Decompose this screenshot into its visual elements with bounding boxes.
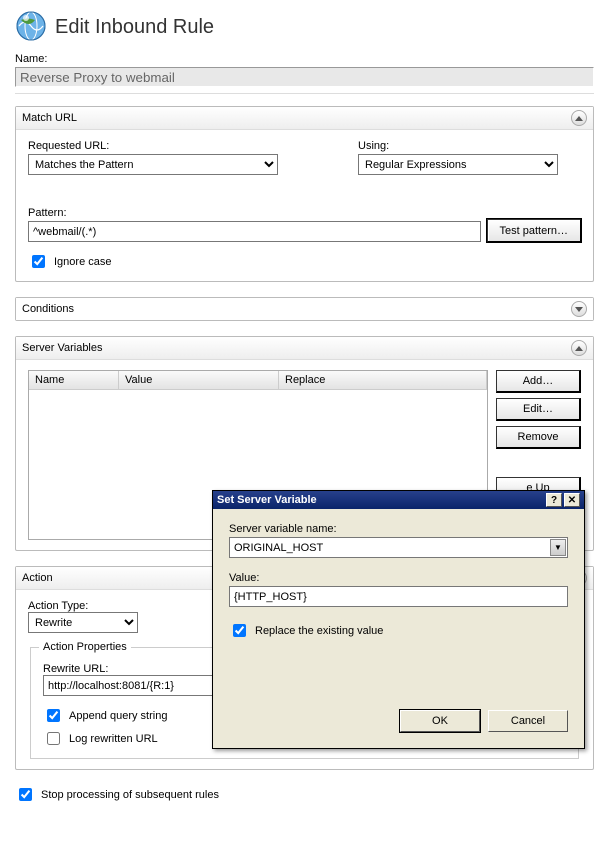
ok-button[interactable]: OK — [400, 710, 480, 732]
server-var-value-input[interactable] — [229, 586, 568, 607]
remove-button[interactable]: Remove — [496, 426, 581, 449]
requested-url-select[interactable]: Matches the Pattern — [28, 154, 278, 175]
conditions-header: Conditions — [22, 303, 74, 315]
conditions-section: Conditions — [15, 297, 594, 321]
dlg-name-label: Server variable name: — [229, 523, 568, 535]
ignore-case-label: Ignore case — [54, 256, 111, 268]
action-type-select[interactable]: Rewrite — [28, 612, 138, 633]
set-server-variable-dialog: Set Server Variable ? ✕ Server variable … — [212, 490, 585, 749]
col-value[interactable]: Value — [119, 371, 279, 389]
add-button[interactable]: Add… — [496, 370, 581, 393]
stop-processing-checkbox[interactable] — [19, 788, 32, 801]
server-vars-header: Server Variables — [22, 342, 103, 354]
name-label: Name: — [15, 53, 594, 65]
server-var-name-combo[interactable] — [229, 537, 568, 558]
stop-processing-label: Stop processing of subsequent rules — [41, 789, 219, 801]
append-query-label: Append query string — [69, 710, 167, 722]
test-pattern-button[interactable]: Test pattern… — [487, 219, 581, 242]
col-replace[interactable]: Replace — [279, 371, 487, 389]
collapse-server-vars[interactable] — [571, 340, 587, 356]
close-icon[interactable]: ✕ — [564, 493, 580, 507]
match-url-header: Match URL — [22, 112, 77, 124]
dlg-value-label: Value: — [229, 572, 568, 584]
edit-button[interactable]: Edit… — [496, 398, 581, 421]
collapse-match-url[interactable] — [571, 110, 587, 126]
match-url-section: Match URL Requested URL: Matches the Pat… — [15, 106, 594, 282]
log-url-checkbox[interactable] — [47, 732, 60, 745]
pattern-input[interactable] — [28, 221, 481, 242]
log-url-label: Log rewritten URL — [69, 733, 158, 745]
divider — [15, 93, 594, 94]
using-select[interactable]: Regular Expressions — [358, 154, 558, 175]
action-header: Action — [22, 572, 53, 584]
using-label: Using: — [358, 140, 558, 152]
page-title: Edit Inbound Rule — [55, 16, 214, 39]
ignore-case-checkbox[interactable] — [32, 255, 45, 268]
help-icon[interactable]: ? — [546, 493, 562, 507]
globe-icon — [15, 10, 47, 45]
dialog-title: Set Server Variable — [217, 494, 317, 506]
replace-existing-checkbox[interactable] — [233, 624, 246, 637]
requested-url-label: Requested URL: — [28, 140, 278, 152]
name-input — [15, 67, 594, 87]
collapse-conditions[interactable] — [571, 301, 587, 317]
cancel-button[interactable]: Cancel — [488, 710, 568, 732]
append-query-checkbox[interactable] — [47, 709, 60, 722]
action-props-legend: Action Properties — [39, 641, 131, 653]
pattern-label: Pattern: — [28, 207, 581, 219]
replace-existing-label: Replace the existing value — [255, 625, 383, 637]
col-name[interactable]: Name — [29, 371, 119, 389]
chevron-down-icon[interactable]: ▼ — [550, 539, 566, 556]
